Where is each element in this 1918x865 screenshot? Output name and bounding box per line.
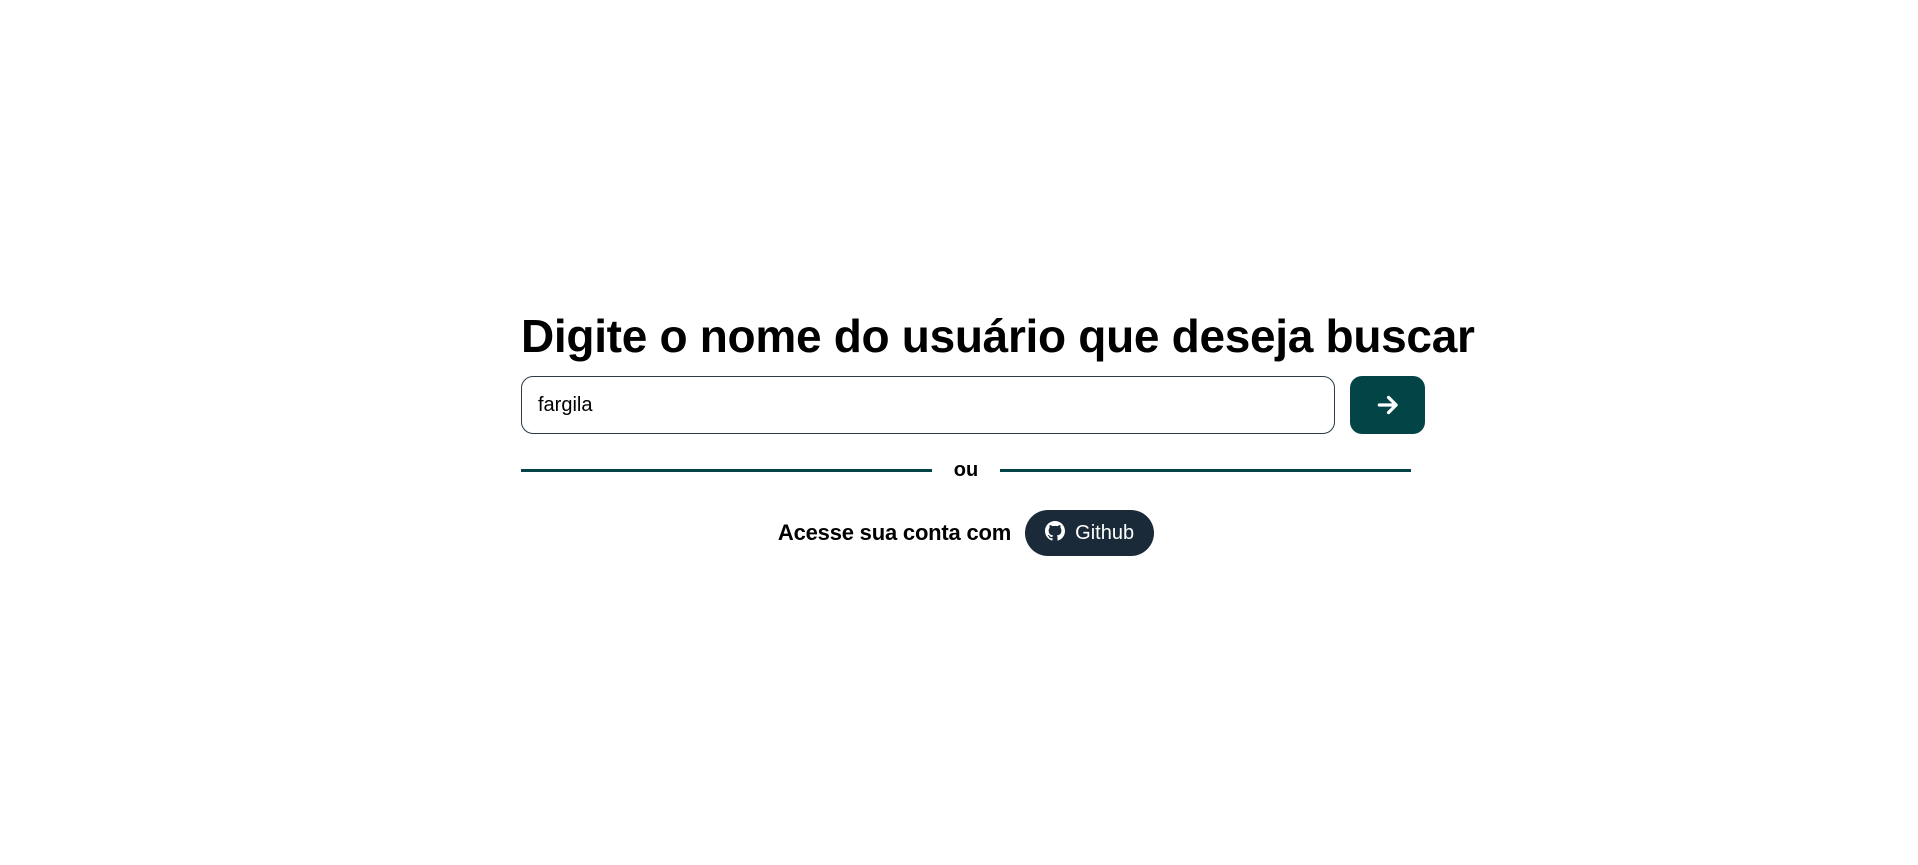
github-login-row: Acesse sua conta com Github xyxy=(521,510,1411,556)
divider-line-right xyxy=(1000,469,1411,472)
username-search-input[interactable] xyxy=(521,376,1336,434)
github-button-label: Github xyxy=(1075,521,1135,544)
search-row xyxy=(521,376,1425,434)
github-icon xyxy=(1045,521,1066,541)
search-submit-button[interactable] xyxy=(1350,376,1425,434)
search-panel: Digite o nome do usuário que deseja busc… xyxy=(521,308,1475,556)
login-label: Acesse sua conta com xyxy=(777,520,1012,545)
divider-line-left xyxy=(521,469,932,472)
github-login-button[interactable]: Github xyxy=(1025,510,1155,556)
divider-label: ou xyxy=(953,459,979,481)
page-title: Digite o nome do usuário que deseja busc… xyxy=(521,310,1475,362)
arrow-right-icon xyxy=(1377,395,1398,415)
or-divider: ou xyxy=(521,459,1411,482)
